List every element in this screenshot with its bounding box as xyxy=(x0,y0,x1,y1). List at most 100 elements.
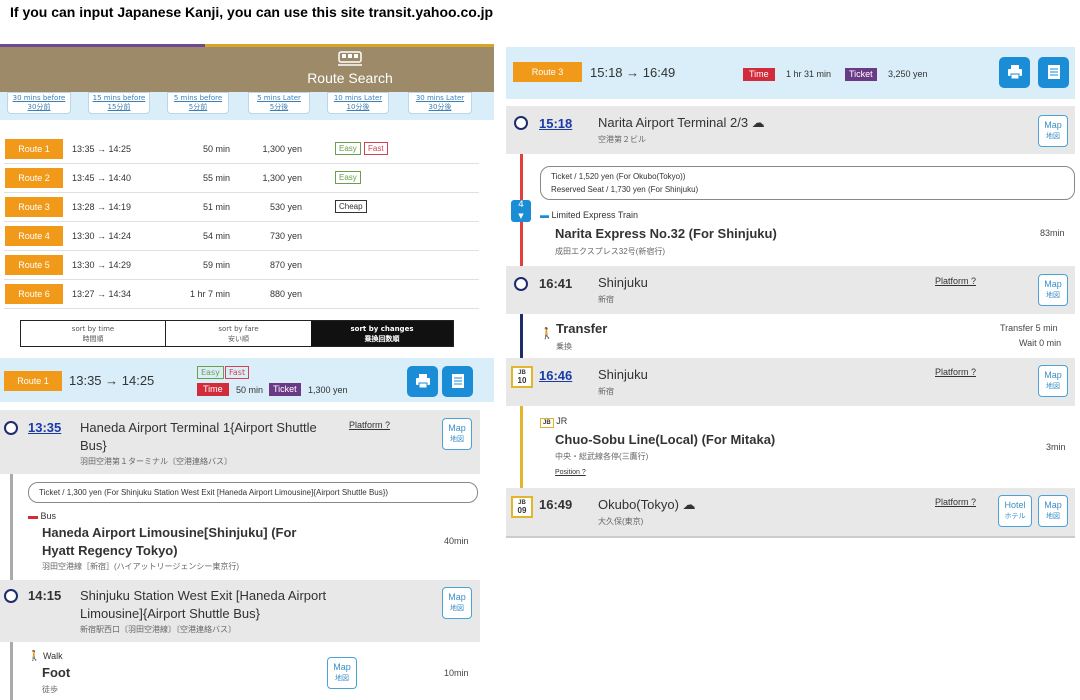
map-button[interactable]: Map 地図 xyxy=(442,587,472,619)
print-icon xyxy=(1007,65,1022,80)
sort-label-jp: 時間順 xyxy=(82,335,104,343)
sort-label: sort by fare xyxy=(218,325,259,333)
map-label: Map xyxy=(448,592,466,602)
route-tag: Route 6 xyxy=(5,284,63,304)
express-train-icon: ▬ xyxy=(540,210,549,220)
arrival-time: 14:15 xyxy=(28,588,62,603)
route-row[interactable]: Route 3 13:28 → 14:19 51 min 530 yen Che… xyxy=(4,193,479,222)
route-row[interactable]: Route 1 13:35 → 14:25 50 min 1,300 yen E… xyxy=(4,135,479,164)
mode-label: Limited Express Train xyxy=(551,210,639,220)
route-tag: Route 5 xyxy=(5,255,63,275)
sort-by-time-button[interactable]: sort by time 時間順 xyxy=(21,321,166,346)
map-button[interactable]: Map 地図 xyxy=(442,418,472,450)
hotel-button[interactable]: Hotel ホテル xyxy=(998,495,1032,527)
departure-time[interactable]: 16:46 xyxy=(539,368,572,383)
line-name: Narita Express No.32 (For Shinjuku) xyxy=(555,226,777,241)
line-name: Chuo-Sobu Line(Local) (For Mitaka) xyxy=(555,432,776,447)
route-search-header xyxy=(0,44,494,92)
route-fare: 3,250 yen xyxy=(888,69,928,79)
route-duration: 55 min xyxy=(202,173,230,183)
map-label-jp: 地図 xyxy=(1046,513,1060,520)
map-label-jp: 地図 xyxy=(335,675,349,682)
map-label-jp: 地図 xyxy=(450,436,464,443)
ride-duration: 40min xyxy=(444,536,469,546)
ticket-chip: Ticket xyxy=(269,383,301,396)
track-number-badge: 4 ▼ xyxy=(511,200,531,222)
station-code-badge: JB 09 xyxy=(511,496,533,518)
arrival-time: 16:49 xyxy=(539,497,573,512)
print-button[interactable] xyxy=(407,366,438,397)
station-name-jp: 新宿駅西口〔羽田空港線〕〔空港連絡バス〕 xyxy=(80,625,236,634)
memo-button[interactable] xyxy=(1038,57,1069,88)
map-button[interactable]: Map 地図 xyxy=(1038,274,1068,306)
line-name-jp: 中央・総武線各停(三鷹行) xyxy=(555,452,649,461)
memo-icon xyxy=(1047,65,1060,79)
ride-duration: 83min xyxy=(1040,228,1065,238)
ride-duration: 3min xyxy=(1046,442,1066,452)
shift-30-later-button[interactable]: 30 mins Later 30分後 xyxy=(408,92,472,114)
shift-label-jp: 30分後 xyxy=(428,103,452,111)
map-label: Map xyxy=(1044,279,1062,289)
departure-time[interactable]: 15:18 xyxy=(539,116,572,131)
sort-label-jp: 乗換回数順 xyxy=(364,335,400,343)
platform-link[interactable]: Platform ? xyxy=(935,276,976,286)
route-duration: 50 min xyxy=(202,144,230,154)
route-fare: 1,300 yen xyxy=(308,385,348,395)
map-button[interactable]: Map 地図 xyxy=(1038,495,1068,527)
sort-by-fare-button[interactable]: sort by fare 安い順 xyxy=(166,321,311,346)
departure-time[interactable]: 13:35 xyxy=(28,420,61,435)
route-tag: Route 2 xyxy=(5,168,63,188)
shift-label: 15 mins before xyxy=(92,94,146,102)
walk-duration: 10min xyxy=(444,668,469,678)
map-button[interactable]: Map 地図 xyxy=(1038,365,1068,397)
map-button[interactable]: Map 地図 xyxy=(327,657,357,689)
shift-5-later-button[interactable]: 5 mins Later 5分後 xyxy=(248,92,310,114)
panel-bottom-border xyxy=(506,536,1075,538)
route-duration: 1 hr 31 min xyxy=(786,69,832,79)
route-fare: 530 yen xyxy=(269,202,302,212)
station-name-jp: 羽田空港第１ターミナル〔空港連絡バス〕 xyxy=(80,457,232,466)
shift-label-jp: 10分後 xyxy=(346,103,370,111)
ticket-info: Ticket / 1,520 yen (For Okubo(Tokyo)) Res… xyxy=(540,166,1075,200)
platform-link[interactable]: Platform ? xyxy=(935,497,976,507)
position-link[interactable]: Position ? xyxy=(555,469,586,476)
transfer-label: Transfer xyxy=(556,321,608,336)
line-name-jp: 成田エクスプレス32号(新宿行) xyxy=(555,247,665,256)
sort-bar: sort by time 時間順 sort by fare 安い順 sort by … xyxy=(20,320,454,347)
station-name: Shinjuku xyxy=(598,367,648,382)
map-button[interactable]: Map 地図 xyxy=(1038,115,1068,147)
shift-10-later-button[interactable]: 10 mins Later 10分後 xyxy=(327,92,389,114)
shift-5-before-button[interactable]: 5 mins before 5分前 xyxy=(167,92,229,114)
route-duration: 51 min xyxy=(202,202,230,212)
route-row[interactable]: Route 2 13:45 → 14:40 55 min 1,300 yen E… xyxy=(4,164,479,193)
print-button[interactable] xyxy=(999,57,1030,88)
memo-button[interactable] xyxy=(442,366,473,397)
route-row[interactable]: Route 6 13:27 → 14:34 1 hr 7 min 880 yen xyxy=(4,280,479,309)
header-accent-gold xyxy=(205,44,494,47)
route-row[interactable]: Route 4 13:30 → 14:24 54 min 730 yen xyxy=(4,222,479,251)
shift-30-before-button[interactable]: 30 mins before 30分前 xyxy=(7,92,71,114)
station-name-jp: 空港第２ビル xyxy=(598,135,646,144)
sort-label-jp: 安い順 xyxy=(228,335,249,343)
station-marker xyxy=(514,277,528,291)
route-duration: 54 min xyxy=(202,231,230,241)
mode-label: JR xyxy=(556,416,568,426)
sort-by-changes-button[interactable]: sort by changes 乗換回数順 xyxy=(311,321,453,346)
time-chip: Time xyxy=(743,68,775,81)
route-row[interactable]: Route 5 13:30 → 14:29 59 min 870 yen xyxy=(4,251,479,280)
station-code-badge: JB 10 xyxy=(511,366,533,388)
train-icon xyxy=(337,50,363,66)
track-number: 4 xyxy=(518,200,524,210)
map-label-jp: 地図 xyxy=(1046,292,1060,299)
fast-badge: Fast xyxy=(364,142,388,155)
sort-label: sort by changes xyxy=(350,325,414,333)
platform-link[interactable]: Platform ? xyxy=(349,420,390,430)
easy-badge: Easy xyxy=(197,366,224,379)
platform-link[interactable]: Platform ? xyxy=(935,367,976,377)
hotel-label: Hotel xyxy=(1004,500,1026,510)
mode-label: Bus xyxy=(40,511,57,521)
route-time: 13:45 → 14:40 xyxy=(72,173,132,183)
station-name-text: Narita Airport Terminal 2/3 xyxy=(598,115,749,130)
shift-15-before-button[interactable]: 15 mins before 15分前 xyxy=(88,92,150,114)
caption: If you can input Japanese Kanji, you can… xyxy=(10,4,494,20)
